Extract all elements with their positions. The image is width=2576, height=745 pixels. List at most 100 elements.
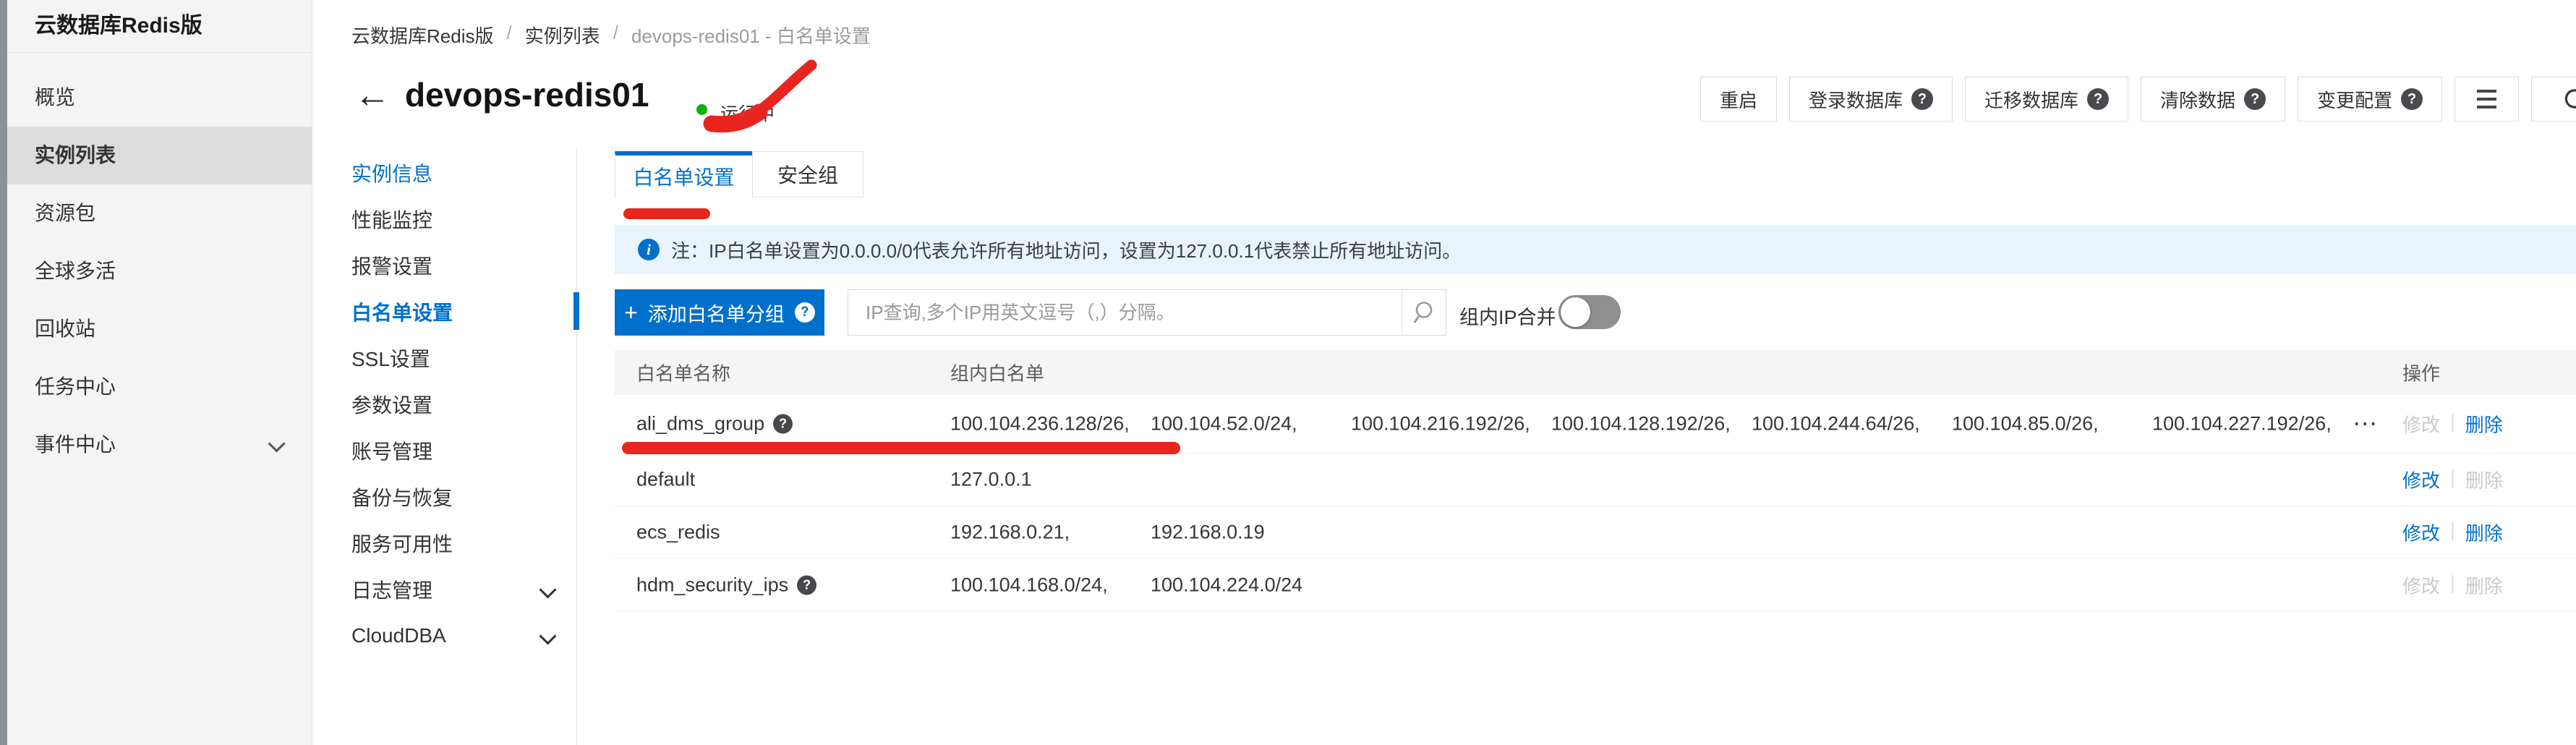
modify-link[interactable]: 修改 (2402, 519, 2440, 546)
subnav-item[interactable]: 白名单设置 (351, 289, 568, 335)
subnav-item[interactable]: 备份与恢复 (351, 474, 568, 520)
ip-cell: 100.104.168.0/24, (950, 574, 1151, 597)
back-arrow-icon[interactable]: ← (354, 77, 391, 113)
subnav-item[interactable]: 日志管理 (351, 566, 568, 613)
refresh-icon (2561, 85, 2576, 113)
breadcrumb-separator: / (613, 22, 618, 48)
ip-list: 100.104.168.0/24,100.104.224.0/24 (950, 574, 1351, 597)
subnav-item-label: 白名单设置 (351, 297, 453, 326)
header-action-button[interactable]: 迁移数据库? (1965, 77, 2128, 122)
sidebar-item-label: 资源包 (35, 202, 95, 224)
ip-list: 192.168.0.21,192.168.0.19 (950, 522, 1351, 544)
column-header-actions: 操作 (2402, 359, 2440, 386)
ip-search-input[interactable] (848, 290, 1402, 335)
tab[interactable]: 安全组 (752, 151, 863, 197)
sidebar-item[interactable]: 概览 (7, 69, 312, 127)
whitelist-group-name: hdm_security_ips (636, 574, 788, 597)
ip-cell: 100.104.85.0/26, (1952, 413, 2152, 435)
subnav-item-label: 备份与恢复 (351, 482, 453, 511)
header-action-label: 登录数据库 (1809, 86, 1903, 113)
subnav-item-label: 日志管理 (351, 575, 432, 604)
header-action-button[interactable]: 变更配置? (2298, 77, 2442, 122)
breadcrumb: 云数据库Redis版 / 实例列表 / devops-redis01 - 白名单… (351, 22, 871, 48)
breadcrumb-item[interactable]: 实例列表 (525, 22, 600, 48)
subnav-item[interactable]: 参数设置 (351, 381, 568, 427)
column-header-name: 白名单名称 (636, 359, 730, 386)
content-divider (576, 148, 577, 745)
hamburger-icon (2477, 90, 2496, 108)
sidebar-item[interactable]: 实例列表 (7, 127, 312, 184)
action-separator: | (2450, 519, 2455, 546)
row-name: ali_dms_group? (636, 413, 793, 435)
whitelist-group-name: ali_dms_group (636, 413, 764, 435)
table-header: 白名单名称 组内白名单 操作 (615, 350, 2576, 395)
help-icon[interactable]: ? (797, 576, 816, 595)
row-name: ecs_redis (636, 522, 720, 544)
header-action-button[interactable]: 清除数据? (2141, 77, 2285, 122)
annotation-status-swoosh (703, 56, 829, 137)
subnav-item-label: 参数设置 (351, 390, 432, 419)
sidebar-item[interactable]: 事件中心 (7, 416, 312, 474)
delete-link[interactable]: 删除 (2465, 519, 2503, 546)
search-button[interactable] (1402, 290, 1446, 335)
header-action-label: 清除数据 (2160, 86, 2235, 113)
header-action-button[interactable]: 重启 (1700, 77, 1777, 122)
help-icon[interactable]: ? (773, 414, 793, 434)
help-icon: ? (2401, 88, 2423, 110)
ip-list: 127.0.0.1 (950, 469, 1151, 491)
add-button-label: 添加白名单分组 (648, 299, 785, 327)
breadcrumb-item[interactable]: 云数据库Redis版 (351, 22, 493, 48)
header-action-button[interactable]: 登录数据库? (1789, 77, 1953, 122)
page-title: devops-redis01 (405, 75, 649, 114)
tab-bar: 白名单设置安全组 (615, 151, 863, 197)
sidebar-item[interactable]: 回收站 (7, 300, 312, 358)
subnav-item-label: 账号管理 (351, 436, 432, 465)
sidebar-item[interactable]: 任务中心 (7, 358, 312, 416)
header-action-label: 迁移数据库 (1984, 86, 2078, 113)
sidebar-item-label: 全球多活 (35, 260, 116, 282)
merge-toggle-label: 组内IP合并 (1459, 302, 1556, 330)
subnav-item-label: 报警设置 (351, 251, 432, 280)
menu-button[interactable] (2455, 77, 2519, 122)
subnav-item[interactable]: 性能监控 (351, 196, 568, 242)
ip-cell: 100.104.224.0/24 (1151, 574, 1351, 597)
delete-link: 删除 (2465, 467, 2503, 493)
subnav-item[interactable]: 实例信息 (351, 150, 568, 196)
modify-link: 修改 (2402, 411, 2440, 438)
help-icon: ? (1911, 88, 1933, 110)
row-actions: 修改 | 删除 (2402, 519, 2503, 546)
sidebar-item-label: 实例列表 (35, 144, 116, 166)
row-name: default (636, 469, 695, 491)
refresh-button[interactable] (2531, 77, 2576, 122)
sidebar-item-label: 概览 (35, 86, 75, 108)
merge-ip-toggle[interactable] (1558, 295, 1621, 329)
help-icon: ? (795, 302, 815, 323)
subnav-item-label: SSL设置 (351, 344, 430, 372)
sidebar-title: 云数据库Redis版 (7, 0, 312, 53)
table-body: ali_dms_group?100.104.236.128/26,100.104… (615, 395, 2576, 612)
ip-cell: 100.104.216.192/26, (1351, 413, 1551, 435)
subnav-item[interactable]: CloudDBA (351, 613, 568, 659)
subnav-item[interactable]: SSL设置 (351, 335, 568, 381)
modify-link[interactable]: 修改 (2402, 467, 2440, 493)
subnav-item[interactable]: 账号管理 (351, 427, 568, 474)
table-row: default127.0.0.1修改|删除 (615, 454, 2576, 506)
tab-active[interactable]: 白名单设置 (615, 151, 753, 197)
subnav-item[interactable]: 服务可用性 (351, 520, 568, 566)
whitelist-group-name: ecs_redis (636, 522, 720, 544)
more-ips-ellipsis[interactable]: ⋯ (2353, 418, 2379, 430)
add-whitelist-group-button[interactable]: + 添加白名单分组 ? (615, 289, 824, 336)
sidebar-item[interactable]: 资源包 (7, 184, 312, 242)
toggle-knob (1561, 297, 1590, 327)
ip-cell: 127.0.0.1 (950, 469, 1151, 491)
help-icon: ? (2244, 88, 2266, 110)
subnav-item[interactable]: 报警设置 (351, 242, 568, 289)
delete-link[interactable]: 删除 (2465, 411, 2503, 438)
delete-link: 删除 (2465, 572, 2503, 599)
annotation-tab-underline (623, 208, 710, 219)
action-separator: | (2450, 411, 2455, 438)
sidebar-item[interactable]: 全球多活 (7, 242, 312, 300)
window-edge (0, 0, 7, 745)
modify-link: 修改 (2402, 572, 2440, 599)
ip-cell: 100.104.244.64/26, (1752, 413, 1952, 435)
